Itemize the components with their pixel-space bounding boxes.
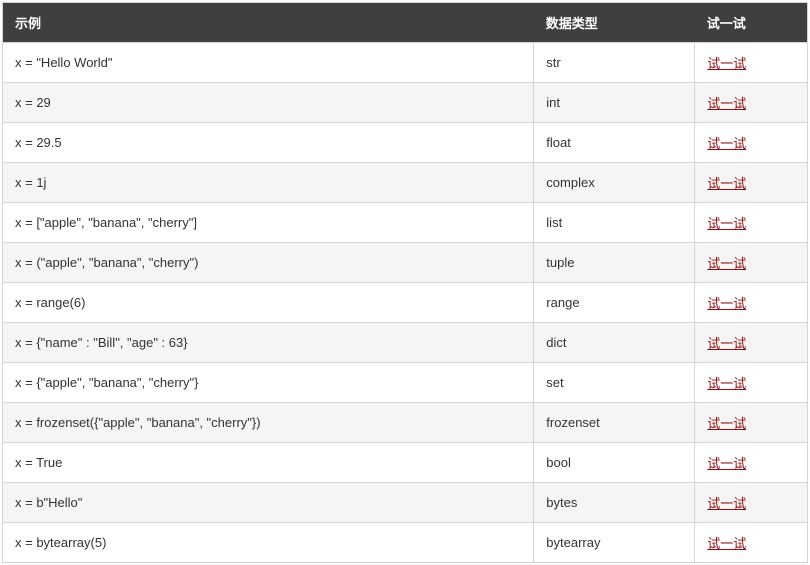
table-row: x = 1jcomplex 试一试: [3, 163, 808, 203]
cell-example: x = "Hello World": [3, 43, 534, 83]
cell-type: tuple: [534, 243, 695, 283]
cell-type: int: [534, 83, 695, 123]
try-it-link[interactable]: 试一试: [707, 136, 746, 151]
cell-type: dict: [534, 323, 695, 363]
cell-type: set: [534, 363, 695, 403]
cell-type: str: [534, 43, 695, 83]
cell-type: range: [534, 283, 695, 323]
cell-action: 试一试: [695, 243, 808, 283]
try-it-link[interactable]: 试一试: [707, 56, 746, 71]
table-row: x = 29.5float 试一试: [3, 123, 808, 163]
cell-action: 试一试: [695, 203, 808, 243]
table-row: x = range(6)range 试一试: [3, 283, 808, 323]
cell-action: 试一试: [695, 123, 808, 163]
cell-example: x = 29: [3, 83, 534, 123]
header-example: 示例: [3, 3, 534, 43]
cell-type: list: [534, 203, 695, 243]
cell-type: bytes: [534, 483, 695, 523]
cell-example: x = frozenset({"apple", "banana", "cherr…: [3, 403, 534, 443]
try-it-link[interactable]: 试一试: [707, 296, 746, 311]
cell-action: 试一试: [695, 403, 808, 443]
try-it-link[interactable]: 试一试: [707, 376, 746, 391]
cell-action: 试一试: [695, 363, 808, 403]
data-types-table: 示例 数据类型 试一试 x = "Hello World"str试一试x = 2…: [2, 2, 808, 563]
table-row: x = b"Hello"bytes 试一试: [3, 483, 808, 523]
cell-action: 试一试: [695, 323, 808, 363]
cell-action: 试一试: [695, 43, 808, 83]
table-row: x = {"name" : "Bill", "age" : 63}dict 试一试: [3, 323, 808, 363]
cell-action: 试一试: [695, 83, 808, 123]
table-header-row: 示例 数据类型 试一试: [3, 3, 808, 43]
cell-example: x = ("apple", "banana", "cherry"): [3, 243, 534, 283]
cell-type: complex: [534, 163, 695, 203]
cell-action: 试一试: [695, 163, 808, 203]
try-it-link[interactable]: 试一试: [707, 216, 746, 231]
table-row: x = ["apple", "banana", "cherry"]list 试一试: [3, 203, 808, 243]
cell-example: x = bytearray(5): [3, 523, 534, 563]
cell-type: frozenset: [534, 403, 695, 443]
try-it-link[interactable]: 试一试: [707, 536, 746, 551]
cell-example: x = {"name" : "Bill", "age" : 63}: [3, 323, 534, 363]
try-it-link[interactable]: 试一试: [707, 256, 746, 271]
try-it-link[interactable]: 试一试: [707, 456, 746, 471]
cell-action: 试一试: [695, 523, 808, 563]
cell-action: 试一试: [695, 443, 808, 483]
try-it-link[interactable]: 试一试: [707, 336, 746, 351]
cell-example: x = range(6): [3, 283, 534, 323]
cell-action: 试一试: [695, 283, 808, 323]
cell-type: bytearray: [534, 523, 695, 563]
cell-example: x = True: [3, 443, 534, 483]
try-it-link[interactable]: 试一试: [707, 96, 746, 111]
cell-example: x = 29.5: [3, 123, 534, 163]
cell-example: x = {"apple", "banana", "cherry"}: [3, 363, 534, 403]
cell-example: x = b"Hello": [3, 483, 534, 523]
cell-example: x = ["apple", "banana", "cherry"]: [3, 203, 534, 243]
table-row: x = "Hello World"str 试一试: [3, 43, 808, 83]
table-row: x = 29int 试一试: [3, 83, 808, 123]
table-row: x = bytearray(5)bytearray 试一试: [3, 523, 808, 563]
header-try-it: 试一试: [695, 3, 808, 43]
try-it-link[interactable]: 试一试: [707, 496, 746, 511]
table-row: x = frozenset({"apple", "banana", "cherr…: [3, 403, 808, 443]
try-it-link[interactable]: 试一试: [707, 176, 746, 191]
table-row: x = {"apple", "banana", "cherry"}set 试一试: [3, 363, 808, 403]
cell-action: 试一试: [695, 483, 808, 523]
try-it-link[interactable]: 试一试: [707, 416, 746, 431]
table-row: x = ("apple", "banana", "cherry")tuple 试一…: [3, 243, 808, 283]
table-row: x = Truebool 试一试: [3, 443, 808, 483]
header-data-type: 数据类型: [534, 3, 695, 43]
cell-type: bool: [534, 443, 695, 483]
cell-example: x = 1j: [3, 163, 534, 203]
cell-type: float: [534, 123, 695, 163]
